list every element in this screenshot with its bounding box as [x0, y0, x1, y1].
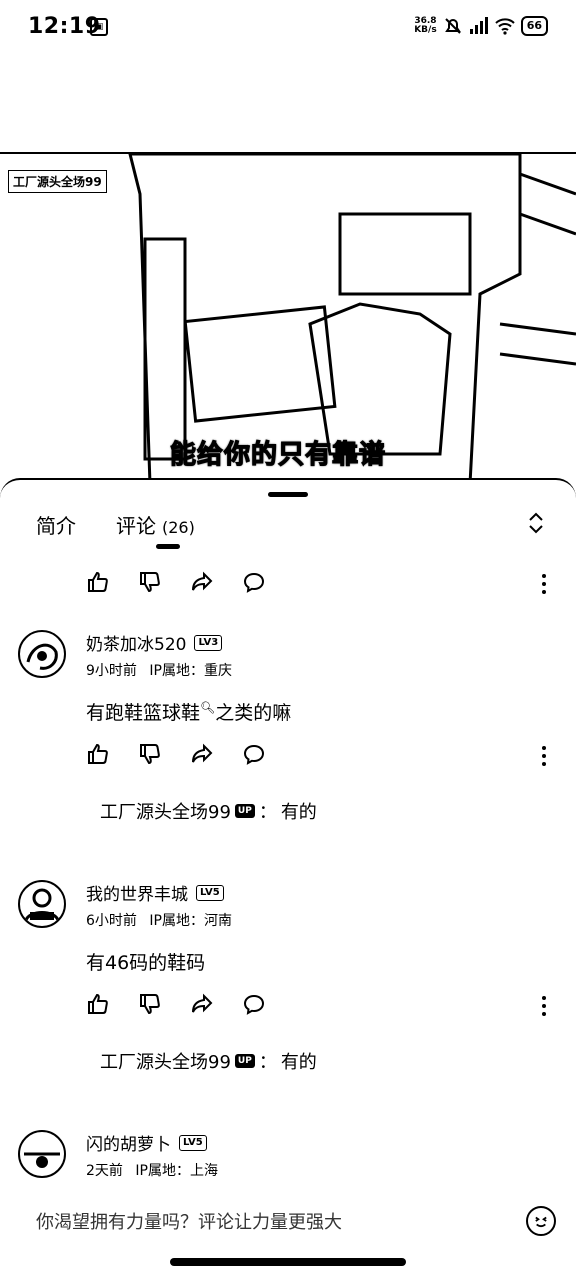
comment-ip: IP属地：河南 — [149, 913, 232, 929]
comment-meta: 2天前 IP属地：上海 — [86, 1160, 218, 1180]
share-icon[interactable] — [190, 992, 214, 1016]
reply-author: 工厂源头全场99 — [100, 802, 231, 823]
like-icon[interactable] — [86, 992, 110, 1016]
comment-text: 有46码的鞋码 — [86, 952, 206, 974]
username-text: 闪的胡萝卜 — [86, 1135, 171, 1155]
sheet-drag-handle[interactable] — [268, 492, 308, 497]
share-icon[interactable] — [190, 742, 214, 766]
emoji-icon[interactable] — [526, 1206, 556, 1236]
more-icon[interactable] — [534, 994, 554, 1018]
comment-meta: 6小时前 IP属地：河南 — [86, 910, 232, 930]
comment-text-main: 有跑鞋篮球鞋 — [86, 702, 201, 724]
comment-text-tail: 之类的嘛 — [215, 702, 292, 724]
notification-icon: ▣ — [90, 18, 108, 36]
tab-comments[interactable]: 评论 (26) — [116, 510, 195, 539]
level-badge: LV5 — [196, 884, 224, 901]
avatar[interactable] — [18, 1130, 66, 1178]
reply-text: 有的 — [280, 1052, 317, 1073]
reply-icon[interactable] — [242, 992, 266, 1016]
reply-separator: ： — [258, 1052, 277, 1073]
comment-input[interactable]: 你渴望拥有力量吗？评论让力量更强大 — [36, 1208, 342, 1234]
tab-intro[interactable]: 简介 — [36, 510, 76, 539]
comment-time: 6小时前 — [86, 913, 137, 929]
search-icon[interactable]: 🔍︎ — [200, 701, 215, 715]
video-player[interactable]: 工厂源头全场99 能给你的只有靠谱 — [0, 152, 576, 482]
comment-ip: IP属地：重庆 — [149, 663, 232, 679]
sheet-tabs: 简介 评论 (26) — [36, 510, 195, 539]
network-speed: 36.8 KB/s — [414, 17, 436, 35]
tab-comments-label: 评论 — [116, 514, 156, 538]
video-watermark: 工厂源头全场99 — [8, 170, 107, 193]
video-subtitle: 能给你的只有靠谱 — [169, 439, 387, 470]
comment-actions — [86, 992, 266, 1016]
share-icon[interactable] — [190, 570, 214, 594]
reply-icon[interactable] — [242, 742, 266, 766]
status-icons: 36.8 KB/s 66 — [414, 16, 548, 36]
avatar[interactable] — [18, 880, 66, 928]
avatar[interactable] — [18, 630, 66, 678]
home-indicator[interactable] — [170, 1258, 406, 1266]
comment-time: 2天前 — [86, 1163, 123, 1179]
dislike-icon[interactable] — [138, 742, 162, 766]
status-bar: 12:19 ▣ 36.8 KB/s 66 — [0, 0, 576, 60]
more-icon[interactable] — [534, 572, 554, 596]
wifi-icon — [494, 18, 515, 35]
comment-time: 9小时前 — [86, 663, 137, 679]
comment-actions — [86, 570, 266, 594]
like-icon[interactable] — [86, 570, 110, 594]
reply-preview[interactable]: 工厂源头全场99 UP ： 有的 — [100, 798, 317, 824]
dislike-icon[interactable] — [138, 992, 162, 1016]
level-badge: LV5 — [179, 1134, 207, 1151]
reply-separator: ： — [258, 802, 277, 823]
comment-username[interactable]: 我的世界丰城 LV5 — [86, 880, 224, 905]
username-text: 我的世界丰城 — [86, 885, 188, 905]
reply-author: 工厂源头全场99 — [100, 1052, 231, 1073]
reply-icon[interactable] — [242, 570, 266, 594]
comments-sheet: 简介 评论 (26) 奶茶加冰520 LV3 9小时前 IP属地：重庆 有跑鞋篮球… — [0, 478, 576, 1280]
reply-text: 有的 — [280, 802, 317, 823]
video-frame — [128, 154, 576, 482]
comment-actions — [86, 742, 266, 766]
reply-preview[interactable]: 工厂源头全场99 UP ： 有的 — [100, 1048, 317, 1074]
comment-ip: IP属地：上海 — [135, 1163, 218, 1179]
comment-input-bar[interactable]: 你渴望拥有力量吗？评论让力量更强大 — [0, 1196, 576, 1246]
expand-collapse-icon[interactable] — [526, 510, 546, 536]
tab-active-indicator — [156, 544, 180, 549]
dislike-icon[interactable] — [138, 570, 162, 594]
mute-icon — [444, 18, 461, 34]
comment-text: 有跑鞋篮球鞋🔍︎之类的嘛 — [86, 698, 291, 725]
up-badge: UP — [234, 1054, 255, 1068]
level-badge: LV3 — [194, 634, 223, 651]
up-badge: UP — [234, 804, 255, 818]
comment-username[interactable]: 奶茶加冰520 LV3 — [86, 630, 223, 655]
like-icon[interactable] — [86, 742, 110, 766]
signal-icon — [469, 17, 488, 34]
username-text: 奶茶加冰520 — [86, 635, 187, 655]
network-speed-unit: KB/s — [414, 25, 437, 35]
tab-comments-count: (26) — [162, 518, 195, 537]
comment-username[interactable]: 闪的胡萝卜 LV5 — [86, 1130, 207, 1155]
more-icon[interactable] — [534, 744, 554, 768]
battery-indicator: 66 — [520, 16, 548, 36]
comment-meta: 9小时前 IP属地：重庆 — [86, 660, 232, 680]
